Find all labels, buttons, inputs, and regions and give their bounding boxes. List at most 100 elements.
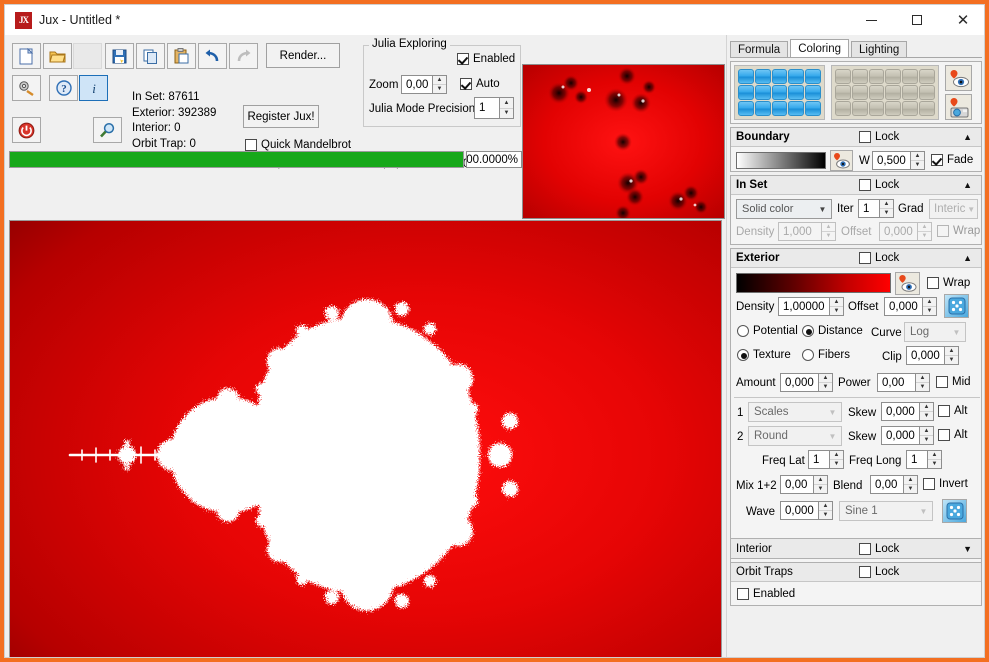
palette-swatch[interactable] [852,69,868,84]
maximize-button[interactable] [894,5,940,35]
interior-expand-icon[interactable]: ▼ [963,544,972,554]
layer1-alt-checkbox[interactable]: Alt [938,405,967,417]
freq-lat-arrows[interactable]: ▲▼ [829,450,844,469]
exterior-potential-radio[interactable]: Potential [737,325,798,337]
palette-swatch[interactable] [835,69,851,84]
in-set-density-input[interactable]: 1,000 [778,222,821,241]
settings-button[interactable] [12,75,41,101]
layer1-skew-stepper[interactable]: 0,000 ▲▼ [881,402,934,421]
freq-lat-input[interactable]: 1 [808,450,829,469]
blend-stepper[interactable]: 0,00 ▲▼ [870,475,918,494]
mix-input[interactable]: 0,00 [780,475,813,494]
exterior-density-arrows[interactable]: ▲▼ [829,297,844,316]
palette-swatch[interactable] [902,69,918,84]
boundary-w-input[interactable]: 0,500 [872,151,910,170]
blue-palette-grid[interactable] [734,65,825,120]
exterior-offset-arrows[interactable]: ▲▼ [922,297,937,316]
palette-swatch[interactable] [869,69,885,84]
register-jux-button[interactable]: Register Jux! [243,105,319,128]
boundary-gradient[interactable] [736,152,826,169]
tab-lighting[interactable]: Lighting [851,41,907,58]
gray-palette-grid[interactable] [831,65,939,120]
exterior-gradient[interactable] [736,273,891,293]
invert-checkbox[interactable]: Invert [923,478,968,490]
freq-long-stepper[interactable]: 1 ▲▼ [906,450,942,469]
quick-mandelbrot-checkbox[interactable]: Quick Mandelbrot [245,139,351,151]
tab-coloring[interactable]: Coloring [790,39,849,58]
exterior-mid-checkbox[interactable]: Mid [936,376,971,388]
in-set-offset-arrows[interactable]: ▲▼ [917,222,932,241]
palette-swatch[interactable] [835,101,851,116]
power-button[interactable] [12,117,41,143]
in-set-density-arrows[interactable]: ▲▼ [821,222,836,241]
fractal-canvas[interactable] [9,220,722,658]
exterior-lock-checkbox[interactable]: Lock [859,252,899,264]
in-set-header[interactable]: In Set Lock ▲ [731,176,981,195]
zoom-tool-button[interactable] [93,117,122,143]
exterior-power-input[interactable]: 0,00 [877,373,915,392]
exterior-curve-select[interactable]: Log ▼ [904,322,966,342]
exterior-power-arrows[interactable]: ▲▼ [915,373,930,392]
exterior-wrap-checkbox[interactable]: Wrap [927,277,970,289]
in-set-iter-input[interactable]: 1 [858,199,879,218]
boundary-collapse-icon[interactable]: ▲ [963,132,972,142]
palette-swatch[interactable] [902,101,918,116]
exterior-clip-input[interactable]: 0,000 [906,346,944,365]
freq-lat-stepper[interactable]: 1 ▲▼ [808,450,844,469]
in-set-iter-stepper[interactable]: 1 ▲▼ [858,199,894,218]
in-set-iter-arrows[interactable]: ▲▼ [879,199,894,218]
julia-precision-arrows[interactable]: ▲▼ [499,97,514,119]
palette-swatch[interactable] [738,85,754,100]
palette-swatch[interactable] [919,69,935,84]
palette-swatch[interactable] [869,85,885,100]
palette-swatch[interactable] [885,85,901,100]
exterior-texture-radio[interactable]: Texture [737,349,791,361]
redo-button[interactable] [229,43,258,69]
new-file-button[interactable] [12,43,41,69]
mix-stepper[interactable]: 0,00 ▲▼ [780,475,828,494]
julia-auto-checkbox[interactable]: Auto [460,78,500,90]
layer2-skew-input[interactable]: 0,000 [881,426,919,445]
palette-swatch[interactable] [805,101,821,116]
boundary-lock-checkbox[interactable]: Lock [859,131,899,143]
exterior-amount-input[interactable]: 0,000 [780,373,818,392]
blend-arrows[interactable]: ▲▼ [903,475,918,494]
wave-random-button[interactable] [942,499,967,523]
in-set-density-stepper[interactable]: 1,000 ▲▼ [778,222,836,241]
exterior-eye-button[interactable] [895,272,920,295]
exterior-offset-stepper[interactable]: 0,000 ▲▼ [884,297,937,316]
exterior-clip-arrows[interactable]: ▲▼ [944,346,959,365]
palette-eye-button[interactable] [945,65,972,91]
palette-swatch[interactable] [852,85,868,100]
wave-stepper[interactable]: 0,000 ▲▼ [780,501,833,520]
julia-zoom-arrows[interactable]: ▲▼ [432,75,447,94]
in-set-lock-checkbox[interactable]: Lock [859,179,899,191]
layer2-alt-checkbox[interactable]: Alt [938,429,967,441]
exterior-clip-stepper[interactable]: 0,000 ▲▼ [906,346,959,365]
boundary-eye-button[interactable] [830,150,853,171]
julia-preview[interactable] [522,64,725,219]
layer1-skew-arrows[interactable]: ▲▼ [919,402,934,421]
julia-precision-stepper[interactable]: 1 ▲▼ [474,97,514,119]
layer1-skew-input[interactable]: 0,000 [881,402,919,421]
layer2-skew-stepper[interactable]: 0,000 ▲▼ [881,426,934,445]
mix-arrows[interactable]: ▲▼ [813,475,828,494]
exterior-density-stepper[interactable]: 1,00000 ▲▼ [778,297,844,316]
palette-swatch[interactable] [805,69,821,84]
palette-swatch[interactable] [772,69,788,84]
exterior-collapse-icon[interactable]: ▲ [963,253,972,263]
palette-swatch[interactable] [885,69,901,84]
wave-input[interactable]: 0,000 [780,501,818,520]
render-button[interactable]: Render... [266,43,340,68]
julia-precision-input[interactable]: 1 [474,97,499,119]
in-set-collapse-icon[interactable]: ▲ [963,180,972,190]
in-set-grad-select[interactable]: Interic ▼ [929,199,978,219]
palette-swatch[interactable] [919,101,935,116]
copy-button[interactable] [136,43,165,69]
palette-swatch[interactable] [902,85,918,100]
boundary-w-stepper[interactable]: 0,500 ▲▼ [872,151,925,170]
exterior-fibers-radio[interactable]: Fibers [802,349,850,361]
in-set-mode-select[interactable]: Solid color ▼ [736,199,832,219]
palette-swatch[interactable] [805,85,821,100]
in-set-offset-input[interactable]: 0,000 [879,222,917,241]
